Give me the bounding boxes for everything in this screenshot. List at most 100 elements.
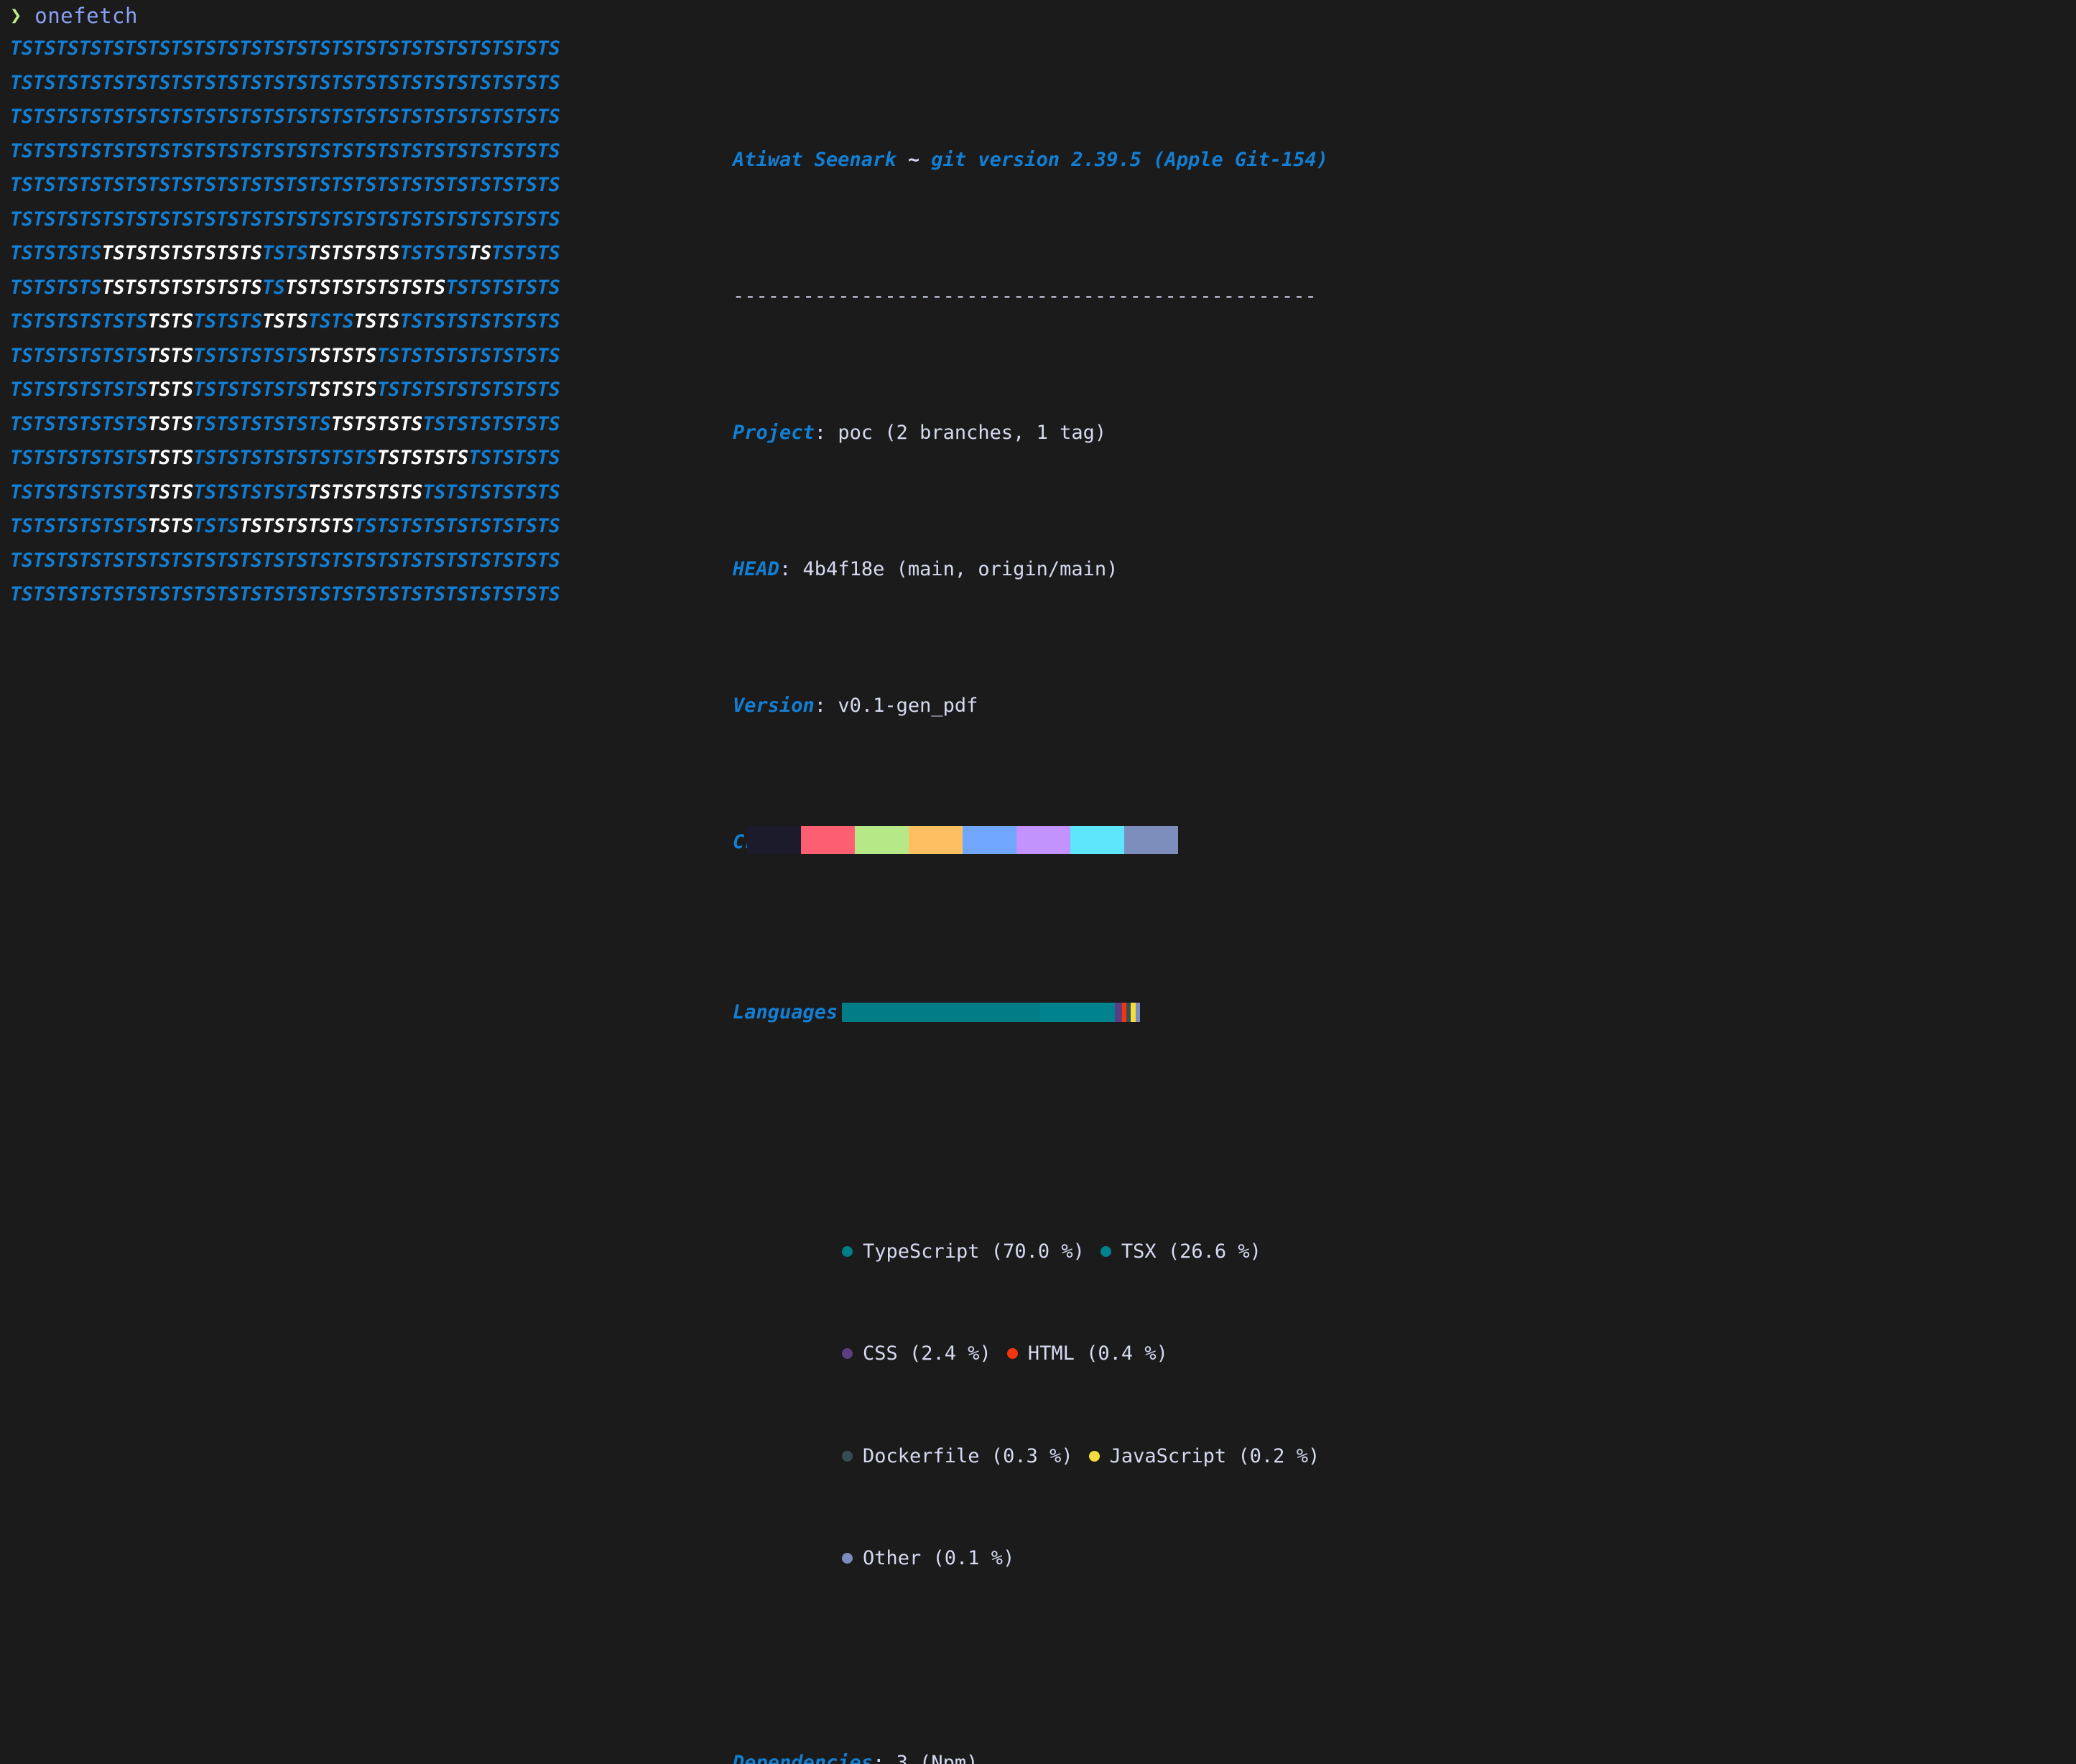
ascii-glyph: TSTSTSTS [10,242,102,264]
legend-dot-icon [842,1450,853,1462]
ascii-glyph: TS [262,276,285,299]
palette-swatch [963,826,1016,854]
ascii-glyph: TSTSTSTSTS [445,276,560,299]
prompt-command-text: onefetch [34,4,138,28]
ascii-art-row: TSTSTSTSTSTSTSTSTSTSTSTSTSTSTSTSTSTSTSTS… [10,577,733,612]
legend-item-other: Other (0.1 %) [842,1541,1014,1576]
legend-row: TypeScript (70.0 %) TSX (26.6 %) [842,1235,1585,1269]
info-key-version: Version [733,694,815,717]
info-value-project: poc (2 branches, 1 tag) [838,421,1107,444]
ascii-glyph-highlight: TSTS [147,344,194,367]
legend-item-html: HTML (0.4 %) [1006,1337,1168,1371]
legend-label: Other (0.1 %) [863,1547,1015,1569]
ascii-glyph: TSTSTSTSTSTS [422,412,560,435]
palette-swatch [855,826,909,854]
ascii-art-row: TSTSTSTSTSTSTSTSTSTSTSTSTSTSTSTSTSTSTSTS… [10,544,733,578]
legend-item-css: CSS (2.4 %) [842,1337,991,1371]
ascii-art-row: TSTSTSTSTSTSTSTSTSTSTSTSTSTSTSTSTSTSTSTS… [10,271,733,305]
palette-swatch [747,826,801,854]
ascii-glyph: TSTSTS [399,242,469,264]
ascii-glyph: TSTSTSTSTSTS [10,379,148,401]
legend-row: CSS (2.4 %) HTML (0.4 %) [842,1337,1585,1371]
ascii-glyph: TSTSTSTSTSTSTSTSTSTSTSTSTSTSTSTSTSTSTSTS… [10,549,560,572]
ascii-glyph-highlight: TSTS [147,412,194,435]
ascii-art-row: TSTSTSTSTSTSTSTSTSTSTSTSTSTSTSTSTSTSTSTS… [10,339,733,373]
legend-label: HTML (0.4 %) [1027,1342,1168,1365]
ascii-art-logo: TSTSTSTSTSTSTSTSTSTSTSTSTSTSTSTSTSTSTSTS… [0,32,733,612]
legend-label: JavaScript (0.2 %) [1109,1444,1320,1467]
shell-prompt-line: ❯ onefetch [10,1,138,30]
legend-label: CSS (2.4 %) [863,1342,991,1365]
ascii-glyph: TSTSTSTSTSTS [193,412,331,435]
ascii-glyph: TSTSTSTSTSTSTSTSTSTSTSTSTSTSTSTSTSTSTSTS… [10,583,560,605]
ascii-art-row: TSTSTSTSTSTSTSTSTSTSTSTSTSTSTSTSTSTSTSTS… [10,509,733,544]
ascii-glyph: TSTS [193,515,240,537]
ascii-glyph-highlight: TSTSTS [307,344,377,367]
ascii-glyph: TSTSTSTSTSTSTSTSTSTSTSTSTSTSTSTSTSTSTSTS… [10,174,560,196]
ascii-glyph: TSTSTSTSTSTSTSTSTSTSTSTSTSTSTSTSTSTSTSTS… [10,106,560,128]
legend-item-dockerfile: Dockerfile (0.3 %) [842,1439,1073,1474]
ascii-glyph-highlight: TSTS [147,515,194,537]
ascii-art-row: TSTSTSTSTSTSTSTSTSTSTSTSTSTSTSTSTSTSTSTS… [10,100,733,134]
ascii-glyph: TSTSTS [193,310,263,333]
info-row-languages: Languages: [733,995,1585,1030]
ascii-glyph: TSTSTSTSTSTSTSTSTSTSTSTSTSTSTSTSTSTSTSTS… [10,208,560,231]
legend-label: TypeScript (70.0 %) [863,1240,1085,1263]
language-legend: TypeScript (70.0 %) TSX (26.6 %) CSS (2.… [842,1166,1585,1644]
ascii-art-row: TSTSTSTSTSTSTSTSTSTSTSTSTSTSTSTSTSTSTSTS… [10,236,733,271]
ascii-glyph: TSTSTSTSTSTS [10,412,148,435]
ascii-glyph: TSTSTSTSTSTSTS [399,310,560,333]
legend-row: Other (0.1 %) [842,1541,1585,1576]
ascii-glyph-highlight: TSTSTSTS [307,242,400,264]
prompt-chevron-icon: ❯ [10,4,22,27]
info-colon: : [814,694,838,717]
ascii-glyph-highlight: TSTSTSTS [376,447,469,469]
info-value-head: 4b4f18e (main, origin/main) [802,557,1118,580]
title-separator: ~ [896,148,932,171]
ascii-glyph: TSTSTSTSTSTS [10,310,148,333]
info-row-dependencies: Dependencies: 3 (Npm) [733,1746,1585,1764]
ascii-glyph: TSTSTSTSTS [193,344,308,367]
ascii-art-row: TSTSTSTSTSTSTSTSTSTSTSTSTSTSTSTSTSTSTSTS… [10,373,733,407]
ascii-glyph-highlight: TSTSTSTSTSTSTS [101,276,263,299]
info-key-head: HEAD [733,557,780,580]
ascii-glyph-highlight: TSTS [147,379,194,401]
legend-dot-icon [1006,1348,1018,1360]
ascii-glyph-highlight: TSTS [147,447,194,469]
ascii-art-row: TSTSTSTSTSTSTSTSTSTSTSTSTSTSTSTSTSTSTSTS… [10,66,733,101]
info-colon: : [814,421,838,444]
ascii-art-row: TSTSTSTSTSTSTSTSTSTSTSTSTSTSTSTSTSTSTSTS… [10,305,733,339]
language-bar-segment [1135,1003,1140,1023]
info-title-line: Atiwat Seenark ~ git version 2.39.5 (App… [733,143,1585,177]
legend-row: Dockerfile (0.3 %) JavaScript (0.2 %) [842,1439,1585,1474]
ascii-glyph: TSTSTSTSTSTSTSTSTSTSTSTSTSTSTSTSTSTSTSTS… [10,37,560,60]
ascii-glyph: TSTSTSTSTSTS [422,481,560,503]
ascii-glyph: TSTSTSTSTSTSTSTS [376,344,560,367]
ascii-art-row: TSTSTSTSTSTSTSTSTSTSTSTSTSTSTSTSTSTSTSTS… [10,203,733,237]
ascii-glyph: TSTSTSTSTS [193,481,308,503]
ascii-glyph: TSTSTSTS [10,276,102,299]
legend-label: Dockerfile (0.3 %) [863,1444,1073,1467]
info-colon: : [873,1752,896,1764]
legend-dot-icon [842,1553,853,1564]
ascii-glyph: TSTSTSTSTSTS [10,515,148,537]
ascii-glyph-highlight: TS [468,242,492,264]
ascii-glyph-highlight: TSTSTSTSTSTSTS [101,242,263,264]
ascii-glyph-highlight: TSTSTSTSTS [239,515,354,537]
ascii-glyph-highlight: TSTSTS [307,379,377,401]
ascii-art-row: TSTSTSTSTSTSTSTSTSTSTSTSTSTSTSTSTSTSTSTS… [10,407,733,442]
ascii-glyph: TSTS [307,310,354,333]
legend-dot-icon [842,1348,853,1360]
ascii-glyph: TSTSTSTSTS [193,379,308,401]
palette-swatch [1016,826,1070,854]
ascii-glyph: TSTSTSTSTSTS [10,481,148,503]
legend-item-javascript: JavaScript (0.2 %) [1088,1439,1320,1474]
ascii-glyph: TSTSTSTSTSTSTSTSTSTSTSTSTSTSTSTSTSTSTSTS… [10,71,560,94]
info-value-version: v0.1-gen_pdf [838,694,978,717]
title-author: Atiwat Seenark [733,148,896,171]
legend-item-typescript: TypeScript (70.0 %) [842,1235,1085,1269]
ascii-glyph: TSTSTS [491,242,560,264]
legend-dot-icon [1088,1450,1100,1462]
ascii-glyph-highlight: TSTS [353,310,400,333]
ascii-glyph: TSTSTSTSTSTSTSTS [193,447,377,469]
